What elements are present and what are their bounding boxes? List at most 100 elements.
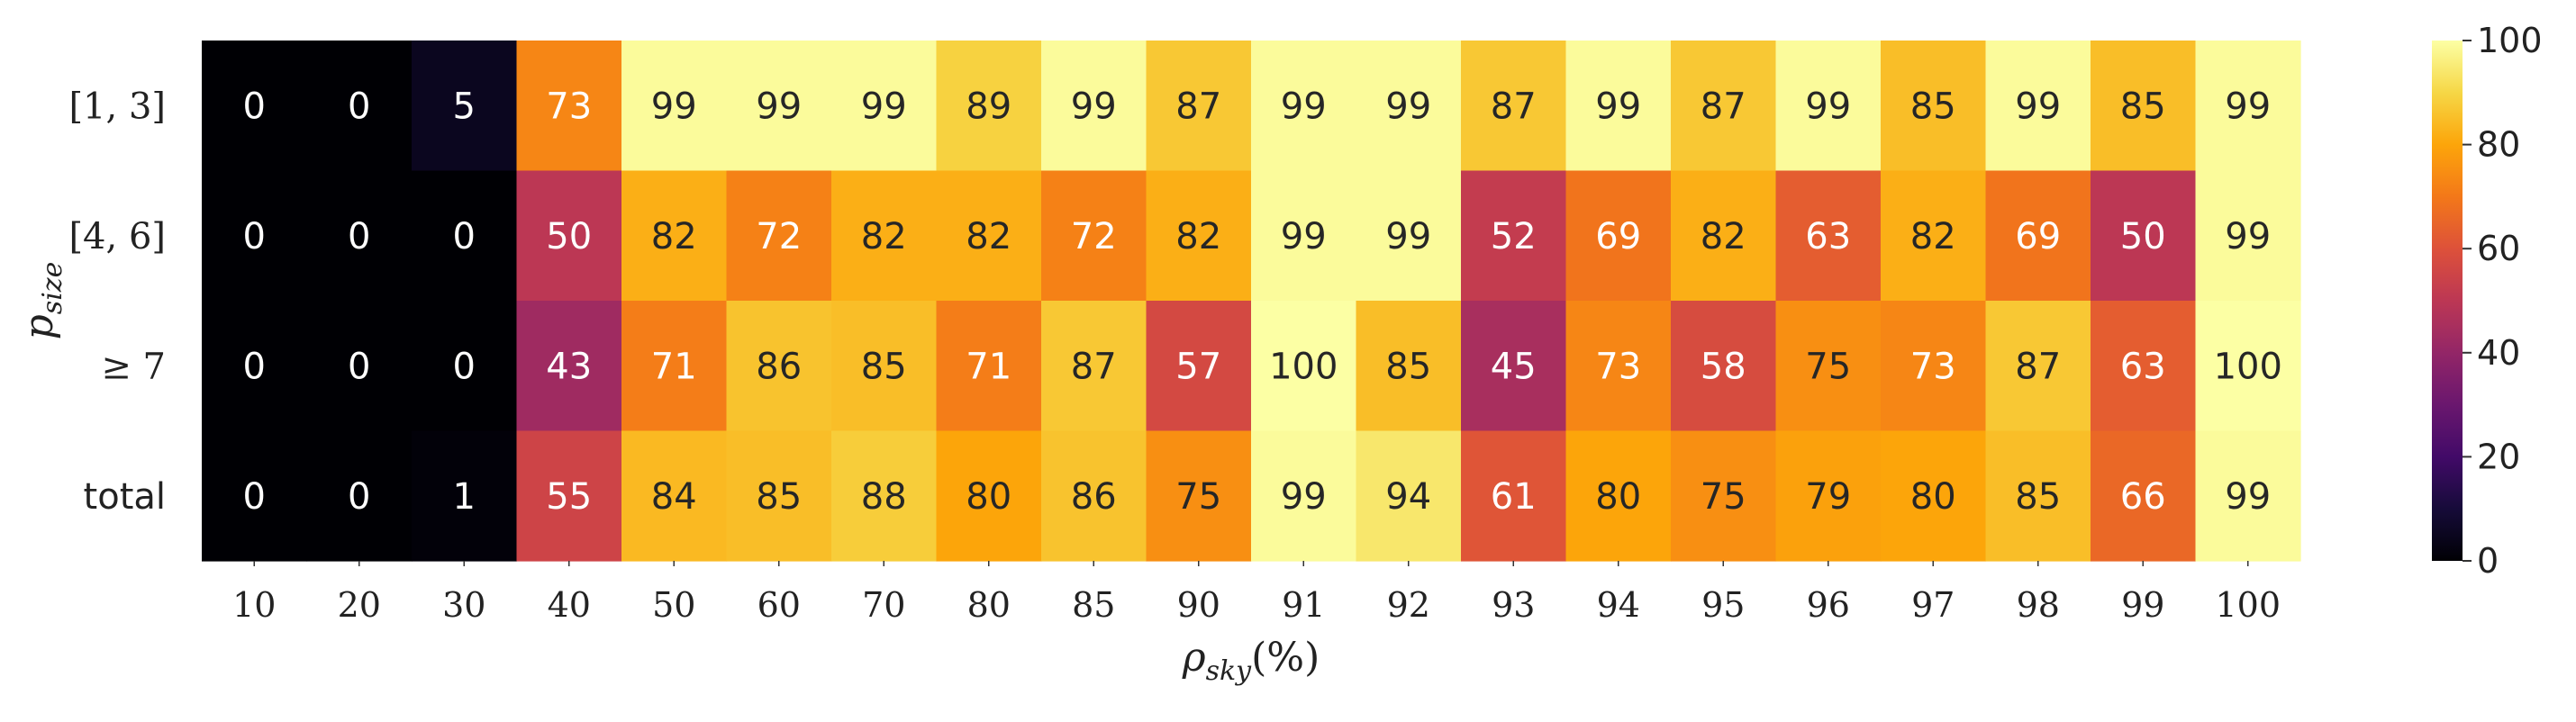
cell-value-label: 55 xyxy=(546,476,592,518)
cell-value-label: 85 xyxy=(861,346,907,387)
cell-value-label: 72 xyxy=(1071,216,1117,257)
cell-value-label: 85 xyxy=(2120,86,2166,127)
x-tick-label: 100 xyxy=(2215,585,2281,625)
cell-value-label: 100 xyxy=(2214,346,2282,387)
x-tick-label: 70 xyxy=(862,585,905,625)
colorbar-tick-label: 40 xyxy=(2477,333,2520,373)
cell-value-label: 72 xyxy=(756,216,802,257)
cell-value-label: 58 xyxy=(1701,346,1746,387)
x-tick-label: 30 xyxy=(442,585,485,625)
colorbar-gradient xyxy=(2432,41,2463,561)
cell-value-label: 82 xyxy=(1701,216,1746,257)
cell-value-label: 87 xyxy=(1491,86,1537,127)
cell-value-label: 0 xyxy=(453,216,476,257)
x-tick-label: 98 xyxy=(2017,585,2060,625)
y-tick-labels: [1, 3] [4, 6] ≥ 7 total xyxy=(68,86,166,518)
cell-value-label: 99 xyxy=(651,86,697,127)
cell-value-label: 99 xyxy=(1281,86,1327,127)
y-tick-label: ≥ 7 xyxy=(101,346,166,387)
cell-value-label: 82 xyxy=(1175,216,1221,257)
cell-value-label: 82 xyxy=(861,216,907,257)
x-tick-label: 80 xyxy=(967,585,1011,625)
cell-value-label: 52 xyxy=(1491,216,1537,257)
x-tick-label: 90 xyxy=(1177,585,1220,625)
cell-value-label: 61 xyxy=(1491,476,1537,518)
cell-value-label: 99 xyxy=(1385,216,1431,257)
cell-value-label: 86 xyxy=(756,346,802,387)
cell-value-label: 75 xyxy=(1805,346,1851,387)
colorbar-tick-label: 0 xyxy=(2477,541,2499,581)
cell-value-label: 45 xyxy=(1491,346,1537,387)
x-tick-label: 20 xyxy=(338,585,381,625)
y-axis-label: psize xyxy=(16,262,68,340)
cell-value-label: 86 xyxy=(1071,476,1117,518)
cell-value-label: 73 xyxy=(1595,346,1641,387)
cell-value-label: 99 xyxy=(1281,476,1327,518)
x-tick-label: 50 xyxy=(652,585,695,625)
y-tick-label: total xyxy=(84,476,166,518)
cell-value-label: 87 xyxy=(1175,86,1221,127)
cell-value-label: 69 xyxy=(2015,216,2061,257)
cell-value-label: 63 xyxy=(1805,216,1851,257)
cell-value-label: 80 xyxy=(1595,476,1641,518)
cell-value-label: 87 xyxy=(1071,346,1117,387)
x-tick-label: 60 xyxy=(757,585,801,625)
cell-value-label: 82 xyxy=(1910,216,1956,257)
x-tick-label: 99 xyxy=(2121,585,2164,625)
cell-value-label: 99 xyxy=(756,86,802,127)
cell-value-label: 0 xyxy=(348,476,370,518)
cell-value-label: 0 xyxy=(348,346,370,387)
cell-value-label: 0 xyxy=(243,346,266,387)
cell-value-label: 57 xyxy=(1175,346,1221,387)
y-tick-label: [1, 3] xyxy=(68,86,166,127)
cell-value-label: 99 xyxy=(2015,86,2061,127)
cell-value-label: 89 xyxy=(966,86,1011,127)
colorbar-tick-label: 60 xyxy=(2477,229,2520,268)
colorbar-tick-label: 80 xyxy=(2477,125,2520,165)
cell-value-label: 0 xyxy=(348,86,370,127)
cell-value-label: 85 xyxy=(756,476,802,518)
cell-value-label: 85 xyxy=(2015,476,2061,518)
x-tick-label: 92 xyxy=(1387,585,1430,625)
cell-value-label: 0 xyxy=(243,86,266,127)
y-tick-label: [4, 6] xyxy=(68,216,166,257)
colorbar-tick-label: 100 xyxy=(2477,21,2543,60)
cell-value-label: 85 xyxy=(1385,346,1431,387)
x-tick-label: 93 xyxy=(1492,585,1535,625)
cell-value-label: 82 xyxy=(651,216,697,257)
cell-value-label: 66 xyxy=(2120,476,2166,518)
cell-value-label: 99 xyxy=(2225,476,2271,518)
cell-value-label: 50 xyxy=(2120,216,2166,257)
x-axis-label: ρsky(%) xyxy=(1182,635,1320,687)
cell-value-label: 87 xyxy=(2015,346,2061,387)
heatmap-chart: 0 0 5 73 99 99 99 89 99 87 99 99 87 99 87 99 85 99 85 990 0 0… xyxy=(16,21,2543,687)
cell-value-label: 99 xyxy=(1805,86,1851,127)
cell-value-label: 100 xyxy=(1269,346,1338,387)
cell-value-label: 87 xyxy=(1701,86,1746,127)
colorbar-tick-label: 20 xyxy=(2477,437,2520,476)
cell-value-label: 82 xyxy=(966,216,1011,257)
cell-value-label: 0 xyxy=(243,216,266,257)
cell-value-label: 50 xyxy=(546,216,592,257)
cell-value-label: 80 xyxy=(1910,476,1956,518)
cell-value-label: 71 xyxy=(651,346,697,387)
x-tick-label: 96 xyxy=(1807,585,1850,625)
cell-value-label: 63 xyxy=(2120,346,2166,387)
cell-value-label: 73 xyxy=(1910,346,1956,387)
x-tick-labels: 10 20 30 40 50 60 70 80 85 90 91 92 93 94 95 96 97 98 99 10… xyxy=(232,561,2281,625)
x-tick-label: 97 xyxy=(1911,585,1955,625)
cell-value-label: 99 xyxy=(1385,86,1431,127)
cell-value-label: 94 xyxy=(1385,476,1431,518)
cell-value-label: 99 xyxy=(1595,86,1641,127)
cell-value-label: 85 xyxy=(1910,86,1956,127)
cell-value-label: 5 xyxy=(453,86,476,127)
cell-value-label: 43 xyxy=(546,346,592,387)
cell-value-label: 88 xyxy=(861,476,907,518)
cell-value-label: 73 xyxy=(546,86,592,127)
colorbar: 0 20 40 60 80 100 xyxy=(2432,21,2543,581)
cell-value-label: 99 xyxy=(1281,216,1327,257)
cell-value-label: 99 xyxy=(2225,216,2271,257)
cell-value-label: 0 xyxy=(348,216,370,257)
x-tick-label: 91 xyxy=(1282,585,1325,625)
cell-value-label: 69 xyxy=(1595,216,1641,257)
